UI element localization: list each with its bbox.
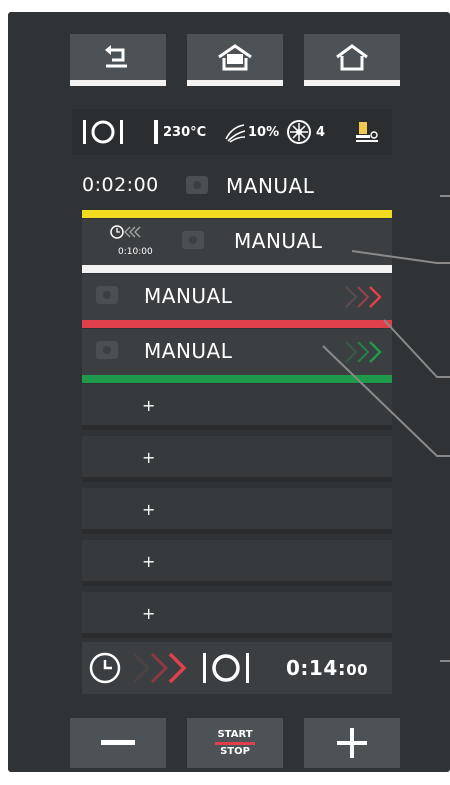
callout-lines — [322, 250, 450, 457]
